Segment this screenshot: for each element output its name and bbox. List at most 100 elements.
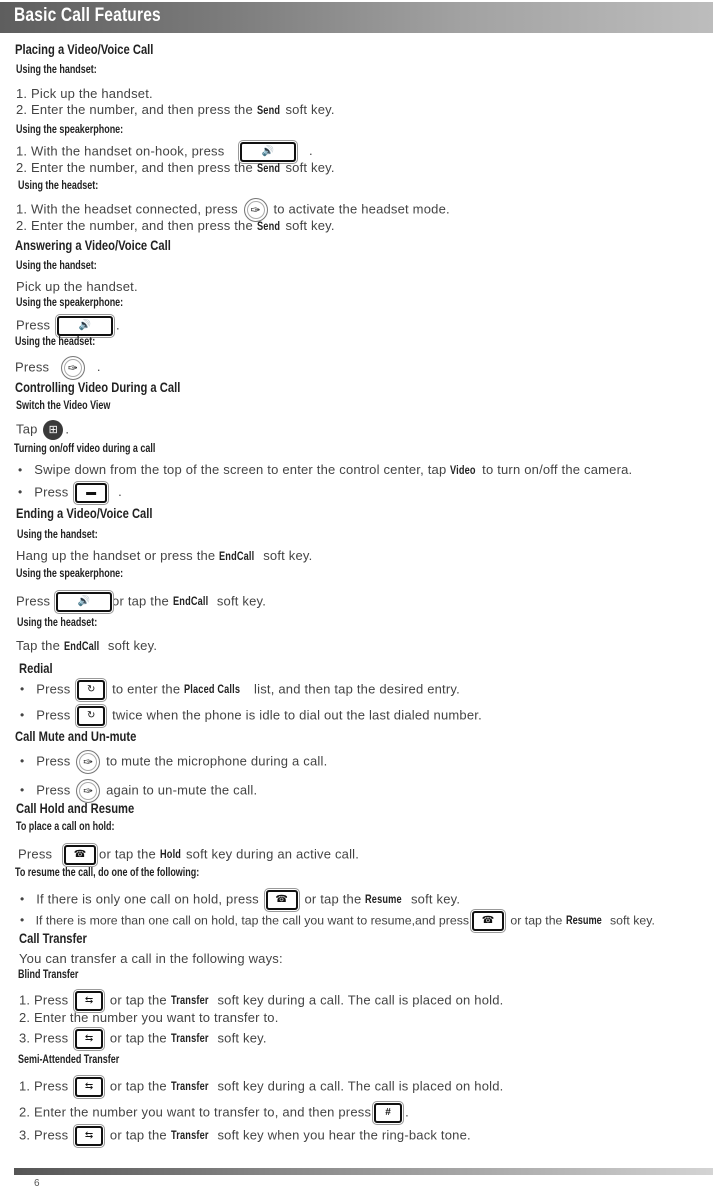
text: soft key when you hear the ring-back ton… bbox=[217, 1127, 471, 1143]
label-semi-attended-transfer: Semi-Attended Transfer bbox=[18, 1054, 120, 1066]
step-text: 1. Press ⇆ or tap the Transfer soft key … bbox=[19, 991, 503, 1011]
text: soft key. bbox=[609, 913, 655, 928]
text: Press bbox=[36, 753, 71, 769]
label-using-headset: Using the headset: bbox=[17, 617, 98, 629]
bullet-item: Press ▬ . bbox=[18, 483, 122, 503]
softkey-name-transfer: Transfer bbox=[170, 1130, 209, 1143]
page-title: Basic Call Features bbox=[14, 5, 161, 26]
step-text: Press ☎ or tap the Hold soft key during a… bbox=[18, 845, 359, 865]
text: soft key. bbox=[263, 548, 313, 563]
text: 1. With the headset connected, press bbox=[16, 201, 238, 217]
step-text: 1. Pick up the handset. bbox=[16, 86, 153, 101]
label-using-speakerphone: Using the speakerphone: bbox=[16, 124, 124, 136]
softkey-name-resume: Resume bbox=[365, 894, 402, 907]
text: 2. Enter the number, and then press the bbox=[16, 218, 253, 233]
redial-key-icon: ↻ bbox=[77, 706, 106, 726]
text: or tap the bbox=[109, 1030, 167, 1046]
softkey-name-endcall: EndCall bbox=[63, 641, 100, 653]
step-text: 1. With the handset on-hook, press 🔊 . bbox=[16, 142, 313, 162]
intro-text: You can transfer a call in the following… bbox=[19, 951, 283, 966]
step-text: Tap ⊞. bbox=[16, 420, 69, 440]
step-text: 2. Enter the number, and then press the … bbox=[16, 160, 335, 175]
text: . bbox=[405, 1104, 409, 1120]
redial-key-icon: ↻ bbox=[77, 680, 106, 700]
page-number: 6 bbox=[34, 1178, 40, 1189]
transfer-key-icon: ⇆ bbox=[75, 1077, 104, 1097]
text: . bbox=[65, 421, 70, 437]
heading-call-transfer: Call Transfer bbox=[19, 930, 87, 946]
label-place-on-hold: To place a call on hold: bbox=[16, 821, 115, 833]
text: soft key. bbox=[216, 593, 267, 609]
text: Press bbox=[16, 593, 51, 609]
step-text: 1. Press ⇆ or tap the Transfer soft key … bbox=[19, 1077, 503, 1097]
heading-call-mute: Call Mute and Un-mute bbox=[15, 728, 137, 744]
softkey-name-endcall: EndCall bbox=[172, 596, 209, 609]
text: 2. Enter the number, and then press the bbox=[16, 102, 253, 117]
hold-key-icon: ☎ bbox=[472, 911, 504, 931]
text: If there is more than one call on hold, … bbox=[35, 913, 469, 928]
softkey-name-transfer: Transfer bbox=[170, 1033, 209, 1046]
text: or tap the bbox=[304, 891, 362, 907]
step-text: 2. Enter the number, and then press the … bbox=[16, 102, 335, 117]
text: Press bbox=[36, 707, 71, 723]
heading-answering-call: Answering a Video/Voice Call bbox=[15, 237, 171, 253]
text: If there is only one call on hold, press bbox=[36, 891, 259, 907]
section-header-bar: Basic Call Features bbox=[0, 2, 713, 33]
step-text: 3. Press ⇆ or tap the Transfer soft key. bbox=[19, 1029, 267, 1049]
softkey-name-send: Send bbox=[256, 163, 280, 175]
transfer-key-icon: ⇆ bbox=[75, 1126, 104, 1146]
text: Hang up the handset or press the bbox=[16, 548, 216, 563]
text: Tap the bbox=[16, 638, 61, 653]
text: Tap bbox=[16, 421, 38, 437]
text: again to un-mute the call. bbox=[106, 782, 258, 798]
bullet-item: Press ↻ twice when the phone is idle to … bbox=[20, 706, 482, 726]
text: to mute the microphone during a call. bbox=[106, 753, 328, 769]
text: Press bbox=[15, 359, 50, 375]
step-text: Press 🔊. bbox=[16, 316, 120, 336]
bullet-item: If there is more than one call on hold, … bbox=[20, 911, 655, 931]
text: to turn on/off the camera. bbox=[482, 462, 633, 477]
step-text: Tap the EndCall soft key. bbox=[16, 638, 157, 653]
text: or tap the bbox=[510, 913, 563, 928]
bullet-item: Press ↻ to enter the Placed Calls list, … bbox=[20, 680, 460, 700]
text: . bbox=[96, 359, 101, 375]
text: Press bbox=[36, 681, 71, 697]
text: 3. Press bbox=[19, 1030, 69, 1046]
text: list, and then tap the desired entry. bbox=[254, 681, 460, 697]
label-toggle-video: Turning on/off video during a call bbox=[14, 443, 156, 455]
text: 3. Press bbox=[19, 1127, 69, 1143]
text: Press bbox=[36, 782, 71, 798]
text: soft key. bbox=[285, 160, 335, 175]
label-using-headset: Using the headset: bbox=[18, 180, 99, 192]
text: soft key during a call. The call is plac… bbox=[217, 992, 504, 1008]
softkey-name-endcall: EndCall bbox=[219, 551, 255, 563]
step-text: 2. Enter the number you want to transfer… bbox=[19, 1103, 409, 1123]
label-using-headset: Using the headset: bbox=[15, 336, 96, 348]
label-switch-video-view: Switch the Video View bbox=[16, 400, 111, 412]
step-text: Press 🔊 or tap the EndCall soft key. bbox=[16, 592, 266, 612]
heading-call-hold: Call Hold and Resume bbox=[16, 800, 135, 816]
softkey-name-transfer: Transfer bbox=[170, 1081, 209, 1094]
headset-key-icon: ✑ bbox=[61, 356, 86, 380]
step-text: Press ✑ . bbox=[15, 356, 101, 380]
label-using-speakerphone: Using the speakerphone: bbox=[16, 568, 124, 580]
text: soft key. bbox=[285, 102, 335, 117]
label-using-handset: Using the handset: bbox=[16, 64, 97, 76]
softkey-name-transfer: Transfer bbox=[170, 995, 209, 1008]
text: or tap the bbox=[109, 1078, 167, 1094]
control-name-video: Video bbox=[450, 465, 476, 477]
heading-redial: Redial bbox=[19, 660, 53, 676]
bullet-item: Swipe down from the top of the screen to… bbox=[18, 462, 632, 477]
bullet-item: If there is only one call on hold, press… bbox=[20, 890, 460, 910]
text: or tap the bbox=[99, 846, 156, 862]
step-text: 2. Enter the number you want to transfer… bbox=[19, 1010, 279, 1025]
transfer-key-icon: ⇆ bbox=[75, 991, 104, 1011]
text: Press bbox=[16, 317, 51, 333]
text: soft key during an active call. bbox=[185, 846, 360, 862]
text: soft key during a call. The call is plac… bbox=[217, 1078, 504, 1094]
text: 1. With the handset on-hook, press bbox=[16, 143, 225, 159]
text: 2. Enter the number you want to transfer… bbox=[19, 1104, 372, 1120]
text: 1. Press bbox=[19, 1078, 69, 1094]
text: . bbox=[309, 143, 313, 159]
step-text: Hang up the handset or press the EndCall… bbox=[16, 548, 312, 563]
